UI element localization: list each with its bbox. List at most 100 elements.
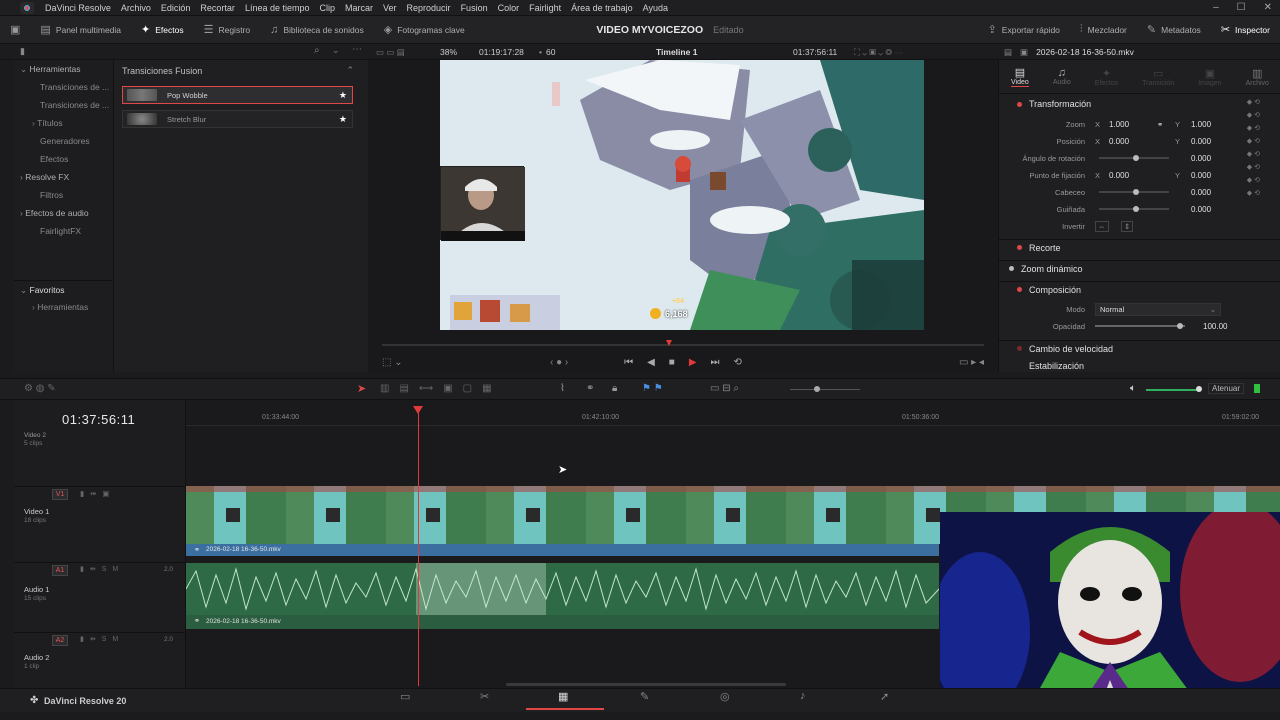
deliver-page-icon[interactable]: ➚ <box>880 690 889 703</box>
flip-horizontal-icon[interactable]: ⇔ <box>1095 220 1109 232</box>
pitch-knob[interactable] <box>1133 189 1139 195</box>
keyframe-diamond-icon[interactable]: ◆ ⟲ <box>1247 163 1260 171</box>
nav-generators[interactable]: Generadores <box>14 132 113 150</box>
flag-icon[interactable]: ⚑ ⚑ <box>642 383 663 394</box>
timeline-zoom-knob[interactable] <box>814 386 820 392</box>
flip-vertical-icon[interactable]: ⇕ <box>1121 220 1134 232</box>
video-preview[interactable]: 6,168 +54 <box>440 60 924 330</box>
effects-button[interactable]: ✦ Efectos <box>131 16 194 44</box>
media-page-icon[interactable]: ▭ <box>400 690 410 703</box>
track-header-a1[interactable]: A1 ▮⇹SM 2.0 Audio 1 15 clips <box>14 562 186 632</box>
opacity-slider[interactable] <box>1095 325 1185 327</box>
sound-library-button[interactable]: ♫ Biblioteca de sonidos <box>260 16 374 44</box>
link-clips-icon[interactable]: ⚭ <box>586 383 594 394</box>
disabled-dot-icon[interactable] <box>1009 266 1014 271</box>
enabled-dot-icon[interactable] <box>1017 287 1022 292</box>
jog-icon[interactable]: ‹ ● › <box>550 357 568 368</box>
nav-fairlightfx[interactable]: FairlightFX <box>14 222 113 240</box>
menu-ayuda[interactable]: Ayuda <box>638 3 673 13</box>
fusion-page-icon[interactable]: ✎ <box>640 690 649 703</box>
track-controls-icons[interactable]: ▮⇹SM <box>80 635 124 643</box>
enabled-dot-icon[interactable] <box>1017 245 1022 250</box>
nav-titles[interactable]: › Títulos <box>14 114 113 132</box>
section-crop[interactable]: Recorte <box>999 239 1280 255</box>
rotation-knob[interactable] <box>1133 155 1139 161</box>
keyframe-diamond-icon[interactable]: ◆ ⟲ <box>1247 124 1260 132</box>
more-icon[interactable]: ⋯ <box>352 44 362 55</box>
position-y-value[interactable]: 0.000 <box>1191 137 1211 146</box>
media-pool-button[interactable]: ▤ Panel multimedia <box>30 16 131 44</box>
sidebar-toggle-icon[interactable]: ▮ <box>20 46 25 57</box>
keyframe-diamond-icon[interactable]: ◆ ⟲ <box>1247 150 1260 158</box>
tab-image[interactable]: ▣ Imagen <box>1198 67 1221 87</box>
stop-icon[interactable]: ■ <box>669 357 675 368</box>
loop-icon[interactable]: ⟲ <box>734 357 742 368</box>
log-button[interactable]: ☰ Registro <box>194 16 261 44</box>
nav-filters[interactable]: Filtros <box>14 186 113 204</box>
menu-recortar[interactable]: Recortar <box>195 3 240 13</box>
maximize-icon[interactable]: ☐ <box>1237 2 1246 13</box>
section-transform[interactable]: Transformación <box>999 96 1280 112</box>
section-dynamic-zoom[interactable]: Zoom dinámico <box>999 260 1280 276</box>
enabled-dot-icon[interactable] <box>1017 346 1022 351</box>
volume-icon[interactable]: 🔈︎ <box>1130 383 1136 394</box>
chevron-up-icon[interactable]: ⌃ <box>346 65 354 76</box>
menu-ver[interactable]: Ver <box>378 3 402 13</box>
track-controls-icons[interactable]: ▮⇹▣ <box>80 489 116 498</box>
timeline-ruler[interactable]: 01:33:44:00 01:42:10:00 01:50:36:00 01:5… <box>186 408 1280 426</box>
menu-linea-tiempo[interactable]: Línea de tiempo <box>240 3 315 13</box>
nav-resolvefx[interactable]: › Resolve FX <box>14 168 113 186</box>
rotation-value[interactable]: 0.000 <box>1191 154 1211 163</box>
yaw-knob[interactable] <box>1133 206 1139 212</box>
track-header-video2[interactable]: Video 2 5 clips <box>24 432 196 447</box>
tab-audio[interactable]: ♫ Audio <box>1053 67 1071 86</box>
menu-edicion[interactable]: Edición <box>156 3 196 13</box>
audio-clip-a1[interactable] <box>185 563 940 615</box>
keyframe-diamond-icon[interactable]: ◆ ⟲ <box>1247 98 1260 106</box>
section-speed[interactable]: Cambio de velocidad <box>999 340 1280 356</box>
track-header-v1[interactable]: V1 ▮⇹▣ Video 1 18 clips <box>14 486 186 556</box>
track-badge[interactable]: A1 <box>52 565 68 576</box>
zoom-y-value[interactable]: 1.000 <box>1191 120 1211 129</box>
nav-video-transitions[interactable]: Transiciones de ... <box>14 78 113 96</box>
keyframe-diamond-icon[interactable]: ◆ ⟲ <box>1247 176 1260 184</box>
keyframes-button[interactable]: ◈ Fotogramas clave <box>374 16 475 44</box>
volume-knob[interactable] <box>1196 386 1202 392</box>
viewer-zoom[interactable]: 38% <box>440 47 457 57</box>
composite-mode-select[interactable]: Normal ⌄ <box>1095 302 1221 316</box>
cut-page-icon[interactable]: ✂ <box>480 690 489 703</box>
position-x-value[interactable]: 0.000 <box>1109 137 1129 146</box>
menu-fairlight[interactable]: Fairlight <box>524 3 566 13</box>
volume-slider[interactable] <box>1146 389 1198 391</box>
viewer-scrubber[interactable] <box>382 344 984 346</box>
yaw-value[interactable]: 0.000 <box>1191 205 1211 214</box>
fairlight-page-icon[interactable]: ♪ <box>800 690 806 702</box>
minimize-icon[interactable]: – <box>1213 2 1219 13</box>
effect-item-pop-wobble[interactable]: Pop Wobble ★ <box>122 86 353 104</box>
close-icon[interactable]: ✕ <box>1264 2 1272 13</box>
toggle-panel-button[interactable]: ▣ <box>0 16 30 44</box>
step-back-icon[interactable]: ◀ <box>647 357 655 368</box>
zoom-icons[interactable]: ▭ ⊟ ⌕ <box>710 383 739 394</box>
crop-icon[interactable]: ⬚ ⌄ <box>382 357 403 368</box>
nav-favorites[interactable]: ⌄ Favoritos <box>14 280 113 298</box>
metadata-button[interactable]: ✎ Metadatos <box>1137 16 1211 44</box>
mixer-button[interactable]: ⫶ Mezclador <box>1070 16 1137 44</box>
track-header-a2[interactable]: A2 ▮⇹SM 2.0 Audio 2 1 clip <box>14 632 186 688</box>
opacity-knob[interactable] <box>1177 323 1183 329</box>
timeline-scrollbar[interactable] <box>506 683 786 686</box>
viewer-options-icon[interactable]: ⛶ ⌄ ▣ ⌄ ◎ ⋯ <box>854 47 903 58</box>
nav-audio-transitions[interactable]: Transiciones de ... <box>14 96 113 114</box>
keyframe-diamond-icon[interactable]: ◆ ⟲ <box>1247 111 1260 119</box>
inspector-button[interactable]: ✂ Inspector <box>1211 16 1280 44</box>
snap-icon[interactable]: ⌇ <box>560 383 565 394</box>
tab-transition[interactable]: ▭ Transición <box>1142 67 1174 87</box>
viewer-layout-icon[interactable]: ▭ ▭ ▤ <box>376 47 405 58</box>
edit-tools-icons[interactable]: ▥▤⟷▣▢▦ <box>380 383 502 394</box>
go-to-start-icon[interactable]: ⏮ <box>624 357 633 368</box>
go-to-end-icon[interactable]: ⏭ <box>711 357 720 368</box>
lock-icon[interactable]: 🔒︎ <box>612 383 617 394</box>
nav-fav-tools[interactable]: › Herramientas <box>14 298 113 316</box>
tab-effects[interactable]: ✦ Efectos <box>1095 67 1118 87</box>
menu-fusion[interactable]: Fusion <box>456 3 493 13</box>
